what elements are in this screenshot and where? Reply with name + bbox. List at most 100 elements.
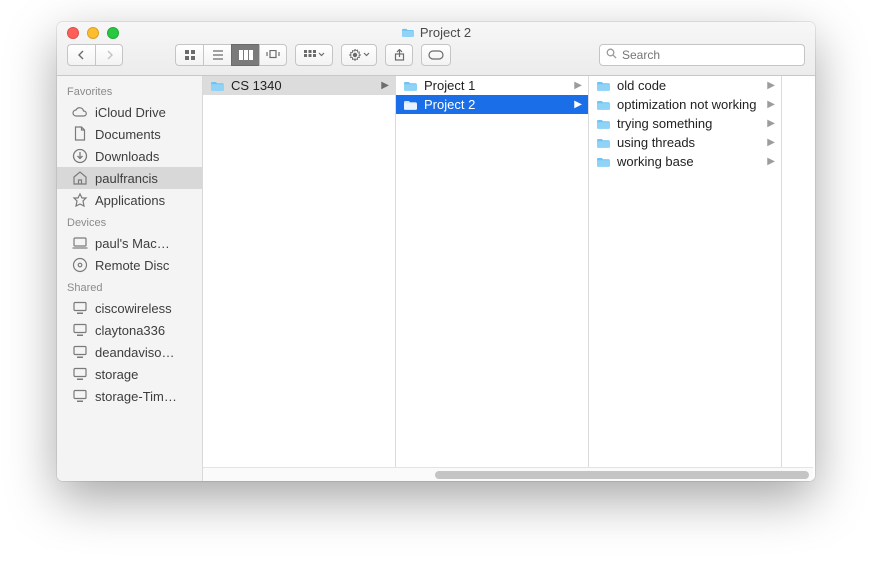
srv-icon xyxy=(72,366,88,382)
window-title-text: Project 2 xyxy=(420,25,471,40)
list-view-button[interactable] xyxy=(203,44,231,66)
sidebar-item-label: paulfrancis xyxy=(95,171,158,186)
tags-button[interactable] xyxy=(421,44,451,66)
sidebar-item[interactable]: paul's Mac… xyxy=(57,232,202,254)
sidebar-item-label: ciscowireless xyxy=(95,301,172,316)
file-row[interactable]: using threads ▶ xyxy=(589,133,781,152)
chevron-right-icon: ▶ xyxy=(767,118,775,129)
file-name: old code xyxy=(617,78,761,93)
column-view-button[interactable] xyxy=(231,44,259,66)
chevron-right-icon: ▶ xyxy=(767,99,775,110)
chevron-right-icon: ▶ xyxy=(767,137,775,148)
folder-icon xyxy=(402,80,418,92)
sidebar-item-label: Remote Disc xyxy=(95,258,169,273)
sidebar-item-label: storage-Tim… xyxy=(95,389,177,404)
sidebar-item[interactable]: storage-Tim… xyxy=(57,385,202,407)
coverflow-view-button[interactable] xyxy=(259,44,287,66)
toolbar xyxy=(57,44,815,75)
chevron-right-icon: ▶ xyxy=(574,99,582,110)
sidebar: Favorites iCloud Drive Documents Downloads p… xyxy=(57,76,203,481)
file-name: using threads xyxy=(617,135,761,150)
titlebar: Project 2 xyxy=(57,22,815,76)
chevron-right-icon: ▶ xyxy=(767,156,775,167)
file-name: Project 2 xyxy=(424,97,568,112)
nav-buttons xyxy=(67,44,123,66)
folder-icon xyxy=(401,27,415,38)
file-name: CS 1340 xyxy=(231,78,375,93)
file-row[interactable]: optimization not working ▶ xyxy=(589,95,781,114)
horizontal-scrollbar[interactable] xyxy=(203,467,813,481)
file-name: working base xyxy=(617,154,761,169)
view-mode-buttons xyxy=(175,44,287,66)
column-browser: CS 1340▶ııProject 1▶Project 2▶ııold code… xyxy=(203,76,815,481)
sidebar-item-label: claytona336 xyxy=(95,323,165,338)
sidebar-item[interactable]: Remote Disc xyxy=(57,254,202,276)
file-row[interactable]: working base ▶ xyxy=(589,152,781,171)
arrange-button[interactable] xyxy=(295,44,333,66)
sidebar-item[interactable]: Downloads xyxy=(57,145,202,167)
forward-button[interactable] xyxy=(95,44,123,66)
sidebar-item[interactable]: ciscowireless xyxy=(57,297,202,319)
close-button[interactable] xyxy=(67,27,79,39)
zoom-button[interactable] xyxy=(107,27,119,39)
sidebar-item-label: paul's Mac… xyxy=(95,236,170,251)
file-row[interactable]: trying something ▶ xyxy=(589,114,781,133)
sidebar-section-header: Shared xyxy=(57,276,202,297)
folder-icon xyxy=(595,137,611,149)
sidebar-item[interactable]: deandaviso… xyxy=(57,341,202,363)
sidebar-item[interactable]: Applications xyxy=(57,189,202,211)
file-row[interactable]: Project 2 ▶ xyxy=(396,95,588,114)
folder-icon xyxy=(595,80,611,92)
back-button[interactable] xyxy=(67,44,95,66)
cloud-icon xyxy=(72,104,88,120)
folder-icon xyxy=(209,80,225,92)
sidebar-item[interactable]: Documents xyxy=(57,123,202,145)
sidebar-item-label: Documents xyxy=(95,127,161,142)
column: old code▶optimization not working▶trying… xyxy=(589,76,782,481)
column: Project 1▶Project 2▶ıı xyxy=(396,76,589,481)
search-input[interactable] xyxy=(622,48,798,62)
finder-window: Project 2 xyxy=(57,22,815,481)
scrollbar-thumb[interactable] xyxy=(435,471,809,479)
sidebar-item-label: storage xyxy=(95,367,138,382)
folder-icon xyxy=(595,99,611,111)
sidebar-item-label: iCloud Drive xyxy=(95,105,166,120)
folder-icon xyxy=(595,118,611,130)
disc-icon xyxy=(72,257,88,273)
file-row[interactable]: old code▶ xyxy=(589,76,781,95)
traffic-lights xyxy=(57,27,119,39)
srv-icon xyxy=(72,344,88,360)
file-row[interactable]: CS 1340 ▶ xyxy=(203,76,395,95)
chevron-right-icon: ▶ xyxy=(381,80,389,91)
sidebar-item[interactable]: iCloud Drive xyxy=(57,101,202,123)
doc-icon xyxy=(72,126,88,142)
share-button[interactable] xyxy=(385,44,413,66)
window-title: Project 2 xyxy=(57,25,815,40)
file-row[interactable]: Project 1 ▶ xyxy=(396,76,588,95)
sidebar-section-header: Devices xyxy=(57,211,202,232)
sidebar-item[interactable]: storage xyxy=(57,363,202,385)
icon-view-button[interactable] xyxy=(175,44,203,66)
sidebar-item[interactable]: claytona336 xyxy=(57,319,202,341)
app-icon xyxy=(72,192,88,208)
action-button[interactable] xyxy=(341,44,377,66)
search-field[interactable] xyxy=(599,44,805,66)
column: CS 1340▶ıı xyxy=(203,76,396,481)
file-name: Project 1 xyxy=(424,78,568,93)
mac-icon xyxy=(72,235,88,251)
folder-icon xyxy=(402,99,418,111)
folder-icon xyxy=(595,156,611,168)
chevron-right-icon: ▶ xyxy=(574,80,582,91)
home-icon xyxy=(72,170,88,186)
srv-icon xyxy=(72,388,88,404)
sidebar-item-label: deandaviso… xyxy=(95,345,175,360)
srv-icon xyxy=(72,300,88,316)
search-icon xyxy=(606,46,617,64)
down-icon xyxy=(72,148,88,164)
file-name: optimization not working xyxy=(617,97,761,112)
file-name: trying something xyxy=(617,116,761,131)
sidebar-section-header: Favorites xyxy=(57,80,202,101)
minimize-button[interactable] xyxy=(87,27,99,39)
sidebar-item-label: Applications xyxy=(95,193,165,208)
sidebar-item[interactable]: paulfrancis xyxy=(57,167,202,189)
